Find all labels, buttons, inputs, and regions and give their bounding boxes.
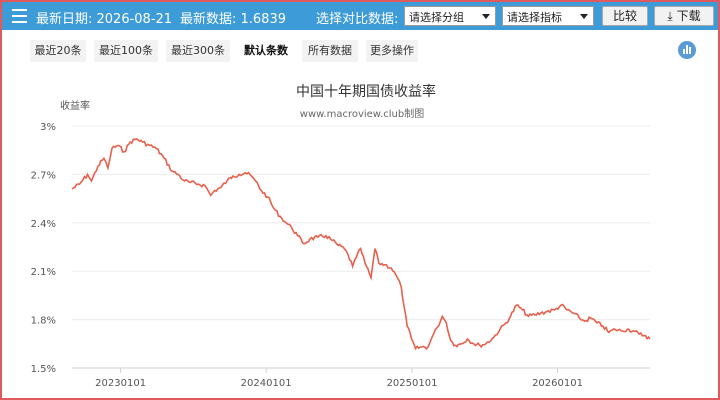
- range-button-6[interactable]: 更多操作: [366, 40, 418, 62]
- y-tick-label: 1.8%: [31, 316, 56, 327]
- range-button-1[interactable]: 最近20条: [30, 40, 86, 62]
- x-tick-label: 20260101: [532, 378, 583, 389]
- series-line: [71, 138, 651, 351]
- chart-subtitle: www.macroview.club制图: [300, 107, 424, 120]
- compare-button[interactable]: 比较: [602, 6, 648, 26]
- download-button[interactable]: ⤓ 下载: [654, 6, 714, 26]
- chevron-down-icon: [482, 14, 490, 19]
- download-icon: ⤓: [667, 9, 673, 23]
- compare-label: 选择对比数据:: [316, 12, 399, 27]
- download-label: 下载: [676, 9, 701, 23]
- y-tick-label: 2.7%: [31, 170, 56, 181]
- y-tick-label: 1.5%: [31, 364, 56, 375]
- range-button-2[interactable]: 最近100条: [94, 40, 158, 62]
- y-tick-label: 2.1%: [31, 267, 56, 278]
- y-axis-label: 收益率: [60, 99, 90, 112]
- latest-value: 最新数据: 1.6839: [180, 12, 286, 27]
- group-select-value: 请选择分组: [409, 11, 464, 24]
- x-tick-label: 20250101: [387, 378, 438, 389]
- latest-date: 最新日期: 2026-08-21: [36, 12, 173, 27]
- chevron-down-icon: [580, 14, 588, 19]
- y-tick-label: 3%: [40, 122, 56, 133]
- yield-chart: 中国十年期国债收益率 www.macroview.club制图 收益率 3% 2.…: [31, 83, 651, 389]
- range-button-3[interactable]: 最近300条: [166, 40, 230, 62]
- range-button-4[interactable]: 默认条数: [238, 40, 294, 62]
- app-frame: 最新日期: 2026-08-21 最新数据: 1.6839 选择对比数据: 请选…: [0, 0, 720, 400]
- indicator-select[interactable]: 请选择指标: [502, 6, 594, 26]
- group-select[interactable]: 请选择分组: [404, 6, 496, 26]
- indicator-select-value: 请选择指标: [507, 11, 562, 24]
- range-button-5[interactable]: 所有数据: [302, 40, 358, 62]
- y-tick-label: 2.4%: [31, 219, 56, 230]
- menu-icon[interactable]: [12, 9, 27, 23]
- chart-title: 中国十年期国债收益率: [296, 83, 436, 100]
- x-tick-label: 20240101: [241, 378, 292, 389]
- x-tick-label: 20230101: [95, 378, 146, 389]
- top-toolbar: 最新日期: 2026-08-21 最新数据: 1.6839 选择对比数据: 请选…: [2, 2, 718, 30]
- chart-type-icon[interactable]: [678, 41, 696, 59]
